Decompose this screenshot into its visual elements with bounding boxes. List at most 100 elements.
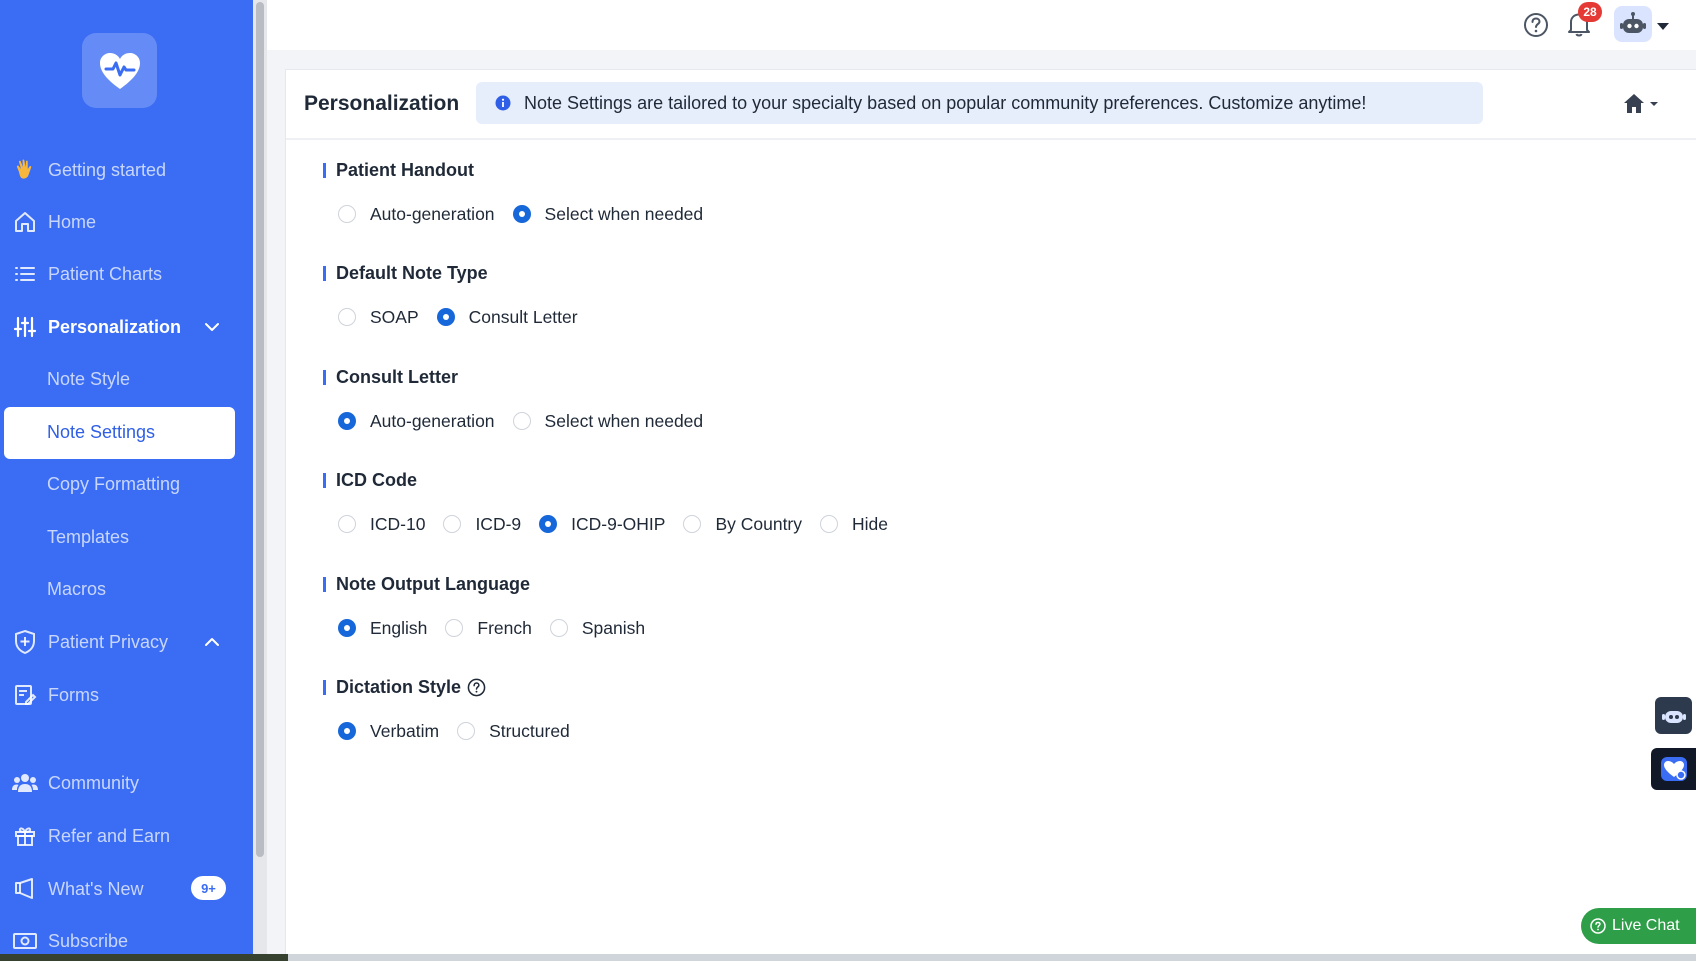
caret-down-icon[interactable] [1656, 18, 1670, 30]
radio-option[interactable]: French [445, 617, 532, 639]
radio-group-note-output-language: English French Spanish [338, 615, 663, 641]
radio-label: ICD-10 [370, 513, 426, 534]
robot-icon [1661, 710, 1686, 723]
sidebar-item-whats-new[interactable]: What's New [12, 869, 143, 909]
sidebar-subitem-note-settings[interactable]: Note Settings [4, 407, 235, 459]
radio-option[interactable]: Auto-generation [338, 204, 495, 225]
radio-button[interactable] [549, 619, 568, 637]
radio-option[interactable]: Hide [820, 514, 888, 535]
radio-option[interactable]: ICD-9 [443, 514, 521, 535]
section-title-default-note-type: Default Note Type [336, 263, 488, 283]
radio-option[interactable]: Verbatim [338, 721, 439, 742]
sidebar-item-patient-privacy[interactable]: Patient Privacy [12, 622, 232, 662]
radio-label: Verbatim [370, 720, 440, 741]
section-title-dictation-style: Dictation Style [336, 677, 486, 698]
radio-label: French [477, 617, 532, 638]
radio-button[interactable] [457, 722, 476, 740]
radio-button[interactable] [436, 308, 455, 326]
assistant-bot-button[interactable] [1655, 697, 1692, 734]
radio-button[interactable] [338, 205, 356, 223]
radio-label: Structured [489, 720, 570, 741]
help-icon[interactable] [1523, 12, 1549, 38]
sidebar-item-getting-started[interactable]: Getting started [12, 150, 166, 190]
sidebar-item-refer-and-earn[interactable]: Refer and Earn [12, 816, 170, 856]
radio-button[interactable] [338, 412, 356, 430]
settings-card: Personalization Note Settings are tailor… [285, 69, 1696, 961]
sidebar-subitem-macros[interactable]: Macros [47, 571, 106, 607]
sidebar: Getting started Home Patient Charts Pers… [0, 0, 253, 961]
heart-pulse-icon [99, 52, 140, 89]
radio-button[interactable] [512, 205, 531, 223]
sidebar-item-label: Community [48, 772, 140, 793]
radio-option[interactable]: English [338, 618, 427, 639]
radio-option[interactable]: ICD-10 [338, 514, 425, 535]
help-icon [1590, 918, 1606, 934]
home-dropdown[interactable] [1623, 92, 1663, 116]
users-icon [12, 770, 38, 796]
radio-button[interactable] [443, 515, 462, 533]
sidebar-item-community[interactable]: Community [12, 763, 139, 803]
help-icon[interactable] [467, 678, 486, 697]
page-title: Personalization [304, 92, 460, 115]
sidebar-subitem-note-style[interactable]: Note Style [47, 361, 130, 397]
sidebar-item-patient-charts[interactable]: Patient Charts [12, 254, 162, 294]
info-banner: Note Settings are tailored to your speci… [476, 82, 1483, 124]
radio-option[interactable]: Select when needed [512, 410, 704, 432]
section-title-text: Dictation Style [336, 677, 462, 697]
sidebar-item-personalization[interactable]: Personalization [12, 307, 232, 347]
sidebar-item-label: Getting started [48, 159, 167, 180]
radio-option[interactable]: ICD-9-OHIP [539, 514, 665, 535]
live-chat-button[interactable]: Live Chat [1581, 908, 1696, 944]
sidebar-item-label: Refer and Earn [48, 825, 171, 846]
radio-label: Select when needed [544, 410, 704, 431]
live-chat-label: Live Chat [1612, 917, 1680, 934]
radio-label: Select when needed [544, 203, 704, 224]
radio-option[interactable]: Spanish [549, 618, 645, 639]
radio-button[interactable] [338, 722, 356, 740]
section-title-icd-code: ICD Code [336, 470, 417, 490]
sidebar-item-label: Subscribe [48, 930, 129, 951]
sidebar-item-forms[interactable]: Forms [12, 675, 99, 715]
radio-button[interactable] [338, 515, 356, 533]
radio-label: By Country [715, 513, 803, 534]
home-icon [1624, 94, 1658, 113]
section-title-consult-letter: Consult Letter [336, 367, 459, 387]
home-icon [12, 209, 38, 235]
sidebar-item-label: What's New [48, 878, 144, 899]
radio-option[interactable]: Auto-generation [338, 411, 495, 432]
radio-option[interactable]: By Country [683, 514, 802, 535]
radio-label: Auto-generation [370, 410, 495, 431]
radio-button[interactable] [445, 619, 464, 637]
sidebar-scrollbar-thumb[interactable] [256, 2, 264, 857]
radio-group-icd-code: ICD-10 ICD-9 ICD-9-OHIP By Country Hide [338, 511, 906, 537]
chevron-down-icon[interactable] [202, 317, 222, 337]
radio-option[interactable]: SOAP [338, 307, 419, 328]
bottom-strip [0, 954, 1696, 961]
app-widget-button[interactable] [1651, 748, 1696, 790]
radio-option[interactable]: Consult Letter [436, 307, 578, 328]
sidebar-item-label: Patient Charts [48, 263, 163, 284]
sidebar-item-label: Forms [48, 684, 99, 705]
shield-plus-icon [12, 629, 38, 655]
radio-button[interactable] [338, 619, 356, 637]
chevron-up-icon[interactable] [202, 632, 222, 652]
radio-button[interactable] [338, 308, 356, 326]
radio-option[interactable]: Select when needed [512, 203, 704, 225]
app-logo[interactable] [82, 33, 157, 108]
radio-option[interactable]: Structured [457, 721, 570, 742]
radio-button[interactable] [539, 515, 558, 533]
section-title-patient-handout: Patient Handout [336, 160, 474, 180]
radio-label: ICD-9-OHIP [571, 513, 666, 534]
radio-button[interactable] [820, 515, 839, 533]
sidebar-item-home[interactable]: Home [12, 202, 96, 242]
sidebar-subitem-templates[interactable]: Templates [47, 519, 129, 555]
radio-group-consult-letter: Auto-generation Select when needed [338, 408, 721, 434]
radio-button[interactable] [683, 515, 702, 533]
sidebar-subitem-label: Macros [47, 578, 107, 599]
sidebar-subitem-copy-formatting[interactable]: Copy Formatting [47, 466, 180, 502]
section-title-note-output-language: Note Output Language [336, 574, 530, 594]
radio-group-default-note-type: SOAP Consult Letter [338, 304, 596, 330]
avatar[interactable] [1614, 6, 1652, 42]
top-bar [267, 0, 1696, 50]
radio-button[interactable] [512, 412, 531, 430]
